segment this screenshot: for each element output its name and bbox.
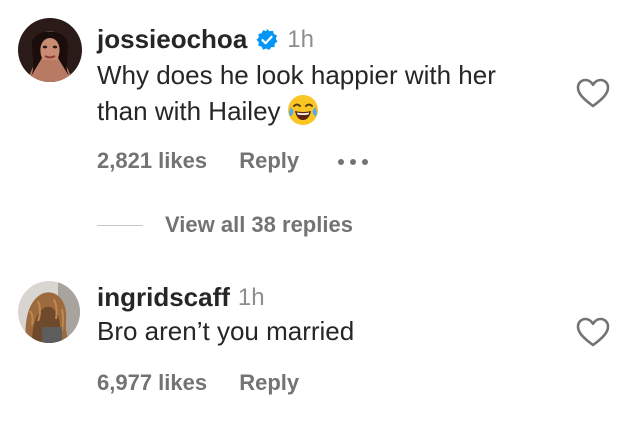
likes-count[interactable]: 2,821 likes <box>97 148 207 173</box>
verified-badge-icon <box>255 28 279 52</box>
comment-text-line-2-container: than with Hailey <box>97 92 319 130</box>
comment-time: 1h <box>287 25 314 53</box>
reply-button[interactable]: Reply <box>239 370 299 395</box>
comment-text-line-1: Bro aren’t you married <box>97 316 355 346</box>
comment-meta: 2,821 likes Reply <box>97 148 299 174</box>
comment-text-line-2: than with Hailey <box>97 96 281 126</box>
view-replies-button[interactable]: View all 38 replies <box>165 212 353 238</box>
comment-text-line-1: Why does he look happier with her <box>97 60 496 90</box>
like-heart-icon[interactable] <box>576 78 610 108</box>
avatar-image <box>18 281 80 343</box>
comment-meta: 6,977 likes Reply <box>97 370 299 396</box>
view-replies[interactable]: View all 38 replies <box>97 212 353 238</box>
more-options-icon[interactable] <box>336 155 372 169</box>
avatar[interactable] <box>18 18 82 82</box>
face-with-tears-of-joy-icon <box>287 94 319 126</box>
avatar[interactable] <box>18 281 80 343</box>
likes-count[interactable]: 6,977 likes <box>97 370 207 395</box>
divider-line <box>97 224 143 226</box>
username[interactable]: ingridscaff <box>97 282 230 313</box>
username[interactable]: jossieochoa <box>97 24 247 55</box>
reply-button[interactable]: Reply <box>239 148 299 173</box>
like-heart-icon[interactable] <box>576 317 610 347</box>
comment-time: 1h <box>237 283 265 311</box>
avatar-image <box>18 18 82 82</box>
